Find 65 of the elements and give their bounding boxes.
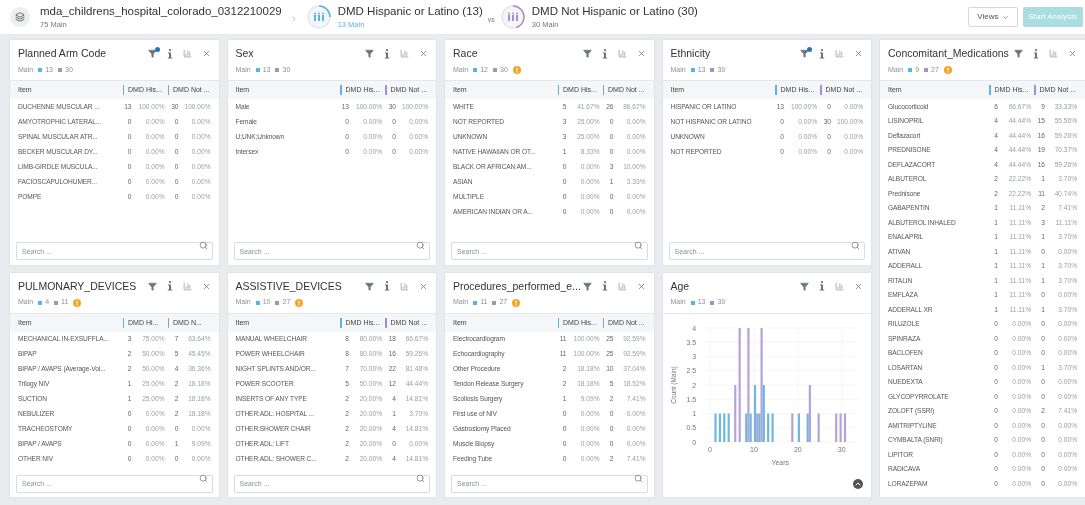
search-icon[interactable]: [198, 473, 208, 483]
caret-icon: [1001, 13, 1009, 21]
chart-icon[interactable]: [617, 49, 627, 59]
info-icon[interactable]: [601, 281, 608, 292]
histogram-bar: [797, 413, 800, 442]
filter-icon[interactable]: [800, 49, 809, 59]
info-icon[interactable]: [819, 281, 825, 292]
filter-icon[interactable]: [147, 49, 157, 59]
close-icon[interactable]: [201, 49, 211, 59]
filter-icon[interactable]: [1014, 49, 1023, 59]
close-icon[interactable]: [419, 49, 428, 59]
panel-title: Ethnicity: [670, 46, 712, 61]
dataset-title: mda_childrens_hospital_colorado_0312210029: [40, 6, 282, 18]
histogram-bar: [790, 413, 793, 442]
search-icon[interactable]: [198, 241, 208, 250]
histogram-bar: [727, 413, 730, 442]
panel-title: ASSISTIVE_DEVICES: [235, 278, 343, 294]
chart-icon[interactable]: [835, 49, 844, 59]
panel-title: PULMONARY_DEVICES: [18, 278, 138, 294]
close-icon[interactable]: [636, 281, 646, 291]
info-icon[interactable]: [601, 48, 608, 59]
chart-icon[interactable]: [182, 49, 192, 59]
chart-icon[interactable]: [617, 281, 627, 291]
panel-title: Sex: [235, 46, 255, 61]
info-icon[interactable]: [819, 48, 825, 59]
panel-title: Procedures_performed_e...: [453, 278, 582, 294]
histogram-bar: [817, 413, 820, 442]
info-icon[interactable]: [166, 281, 173, 292]
panel-title: Concomitant_Medications: [888, 46, 1010, 61]
close-icon[interactable]: [854, 49, 863, 59]
histogram-bar: [733, 384, 736, 442]
close-icon[interactable]: [419, 281, 428, 291]
close-icon[interactable]: [201, 281, 211, 291]
close-icon[interactable]: [636, 49, 646, 59]
views-button[interactable]: Views: [968, 7, 1018, 27]
filter-icon[interactable]: [365, 49, 374, 59]
info-icon[interactable]: [1033, 48, 1039, 59]
cohort-title: DMD Hispanic or Latino (13): [337, 6, 483, 18]
filter-icon[interactable]: [582, 49, 592, 59]
search-icon[interactable]: [416, 241, 425, 250]
cohort-title: DMD Not Hispanic or Latino (30): [531, 6, 698, 18]
dataset-icon: [10, 7, 30, 27]
search-icon[interactable]: [633, 241, 643, 250]
chart-icon[interactable]: [400, 281, 409, 291]
chart-icon[interactable]: [400, 49, 409, 59]
filter-icon[interactable]: [365, 281, 374, 291]
filter-icon[interactable]: [800, 281, 809, 291]
histogram-bar: [834, 413, 837, 442]
panel-title: Planned Arm Code: [18, 46, 108, 61]
chart-icon[interactable]: [182, 281, 192, 291]
chart-icon[interactable]: [1049, 49, 1058, 59]
chart-icon[interactable]: [835, 281, 844, 291]
collapse-icon[interactable]: [853, 479, 863, 489]
close-icon[interactable]: [854, 281, 863, 291]
search-icon[interactable]: [416, 473, 425, 483]
filter-icon[interactable]: [582, 281, 592, 291]
search-icon[interactable]: [851, 241, 860, 250]
filter-icon[interactable]: [147, 281, 157, 291]
info-icon[interactable]: [166, 48, 173, 59]
panel-title: Race: [453, 46, 479, 61]
info-icon[interactable]: [384, 48, 390, 59]
close-icon[interactable]: [1068, 49, 1077, 59]
search-icon[interactable]: [633, 473, 643, 483]
info-icon[interactable]: [384, 281, 390, 292]
panel-title: Age: [670, 278, 691, 294]
